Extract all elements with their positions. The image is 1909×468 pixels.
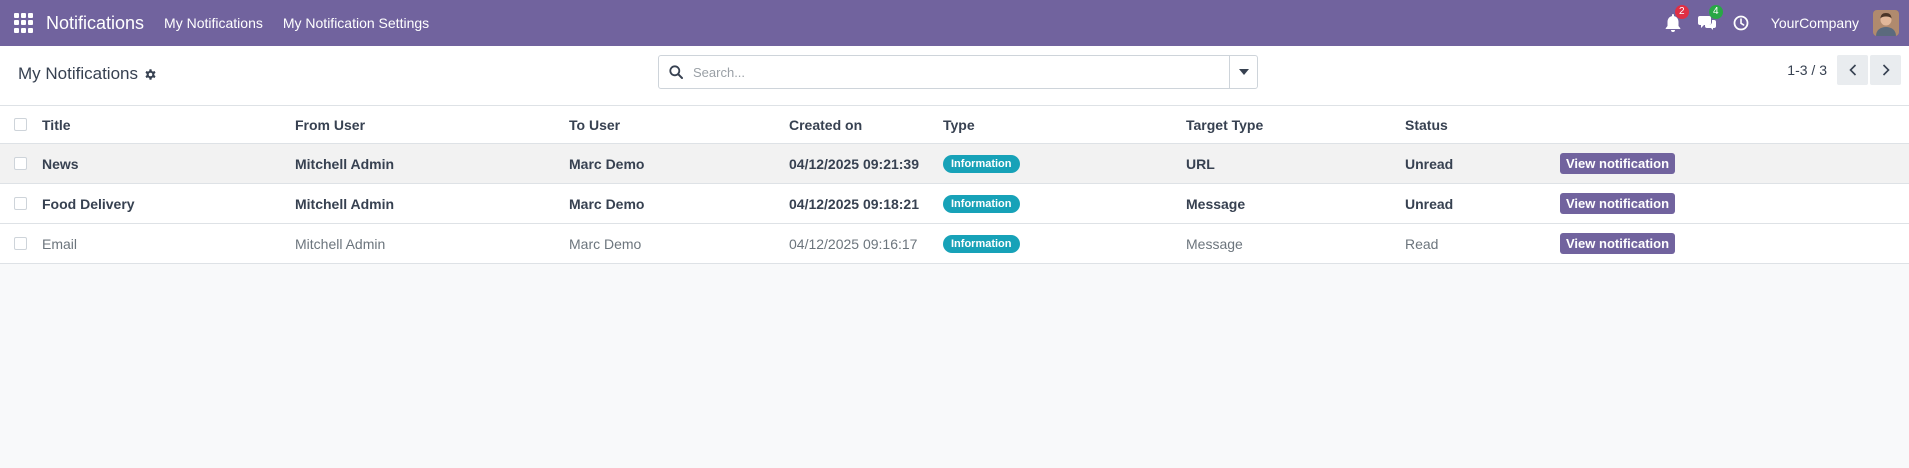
cell-to-user: Marc Demo [569,155,645,172]
cell-status: Unread [1405,195,1454,212]
view-notification-button[interactable]: View notification [1560,193,1676,214]
table-row[interactable]: Email Mitchell Admin Marc Demo 04/12/202… [0,224,1909,264]
column-header-from-user[interactable]: From User [295,106,365,143]
cell-title: Email [42,235,78,252]
search-icon [659,56,693,88]
table-header: Title From User To User Created on Type … [0,106,1909,144]
gear-icon[interactable] [144,68,157,81]
cell-target-type: URL [1186,155,1215,172]
cell-from-user: Mitchell Admin [295,195,395,212]
cell-status: Unread [1405,155,1454,172]
search-options-toggle[interactable] [1229,56,1257,88]
cell-created-on: 04/12/2025 09:21:39 [789,155,919,172]
column-header-target-type[interactable]: Target Type [1186,106,1263,143]
cell-to-user: Marc Demo [569,235,642,252]
view-notification-button[interactable]: View notification [1560,153,1676,174]
navbar-systray: 2 4 YourCompany [1663,0,1909,46]
search-bar [658,55,1258,89]
table-row[interactable]: Food Delivery Mitchell Admin Marc Demo 0… [0,184,1909,224]
type-badge: Information [943,234,1020,253]
breadcrumb: My Notifications [18,64,157,84]
column-header-title[interactable]: Title [42,106,71,143]
cell-to-user: Marc Demo [569,195,645,212]
activity-count-badge: 2 [1674,5,1689,19]
cell-title: Food Delivery [42,195,135,212]
chevron-right-icon [1882,64,1890,76]
user-avatar[interactable] [1873,10,1899,36]
page-title: My Notifications [18,64,138,83]
messages-chat-icon[interactable]: 4 [1697,5,1723,33]
cell-from-user: Mitchell Admin [295,235,386,252]
row-checkbox[interactable] [14,157,27,170]
table-row[interactable]: News Mitchell Admin Marc Demo 04/12/2025… [0,144,1909,184]
notifications-table: Title From User To User Created on Type … [0,106,1909,264]
cell-title: News [42,155,79,172]
pager: 1-3 / 3 [1787,55,1901,85]
cell-from-user: Mitchell Admin [295,155,395,172]
column-header-type[interactable]: Type [943,106,975,143]
pager-previous-button[interactable] [1837,55,1868,85]
column-header-created-on[interactable]: Created on [789,106,862,143]
chevron-left-icon [1848,64,1856,76]
cell-status: Read [1405,235,1439,252]
cell-target-type: Message [1186,235,1243,252]
row-checkbox[interactable] [14,197,27,210]
company-switcher[interactable]: YourCompany [1771,15,1859,31]
select-all-checkbox[interactable] [14,118,27,131]
column-header-status[interactable]: Status [1405,106,1448,143]
app-menu-icon[interactable] [14,13,34,33]
pager-next-button[interactable] [1870,55,1901,85]
caret-down-icon [1238,69,1249,75]
clock-icon[interactable] [1731,13,1751,33]
cell-created-on: 04/12/2025 09:18:21 [789,195,919,212]
control-panel: My Notifications 1-3 / 3 [0,46,1909,106]
type-badge: Information [943,194,1020,213]
top-navbar: Notifications My Notifications My Notifi… [0,0,1909,46]
app-name[interactable]: Notifications [46,13,144,34]
cell-target-type: Message [1186,195,1246,212]
cell-created-on: 04/12/2025 09:16:17 [789,235,918,252]
menu-my-notifications[interactable]: My Notifications [164,15,263,31]
column-header-to-user[interactable]: To User [569,106,620,143]
view-notification-button[interactable]: View notification [1560,233,1676,254]
activity-bell-icon[interactable]: 2 [1663,5,1689,33]
search-input[interactable] [693,57,1229,87]
row-checkbox[interactable] [14,237,27,250]
messages-count-badge: 4 [1708,5,1723,19]
pager-value[interactable]: 1-3 / 3 [1787,62,1827,78]
menu-my-notification-settings[interactable]: My Notification Settings [283,15,429,31]
type-badge: Information [943,154,1020,173]
